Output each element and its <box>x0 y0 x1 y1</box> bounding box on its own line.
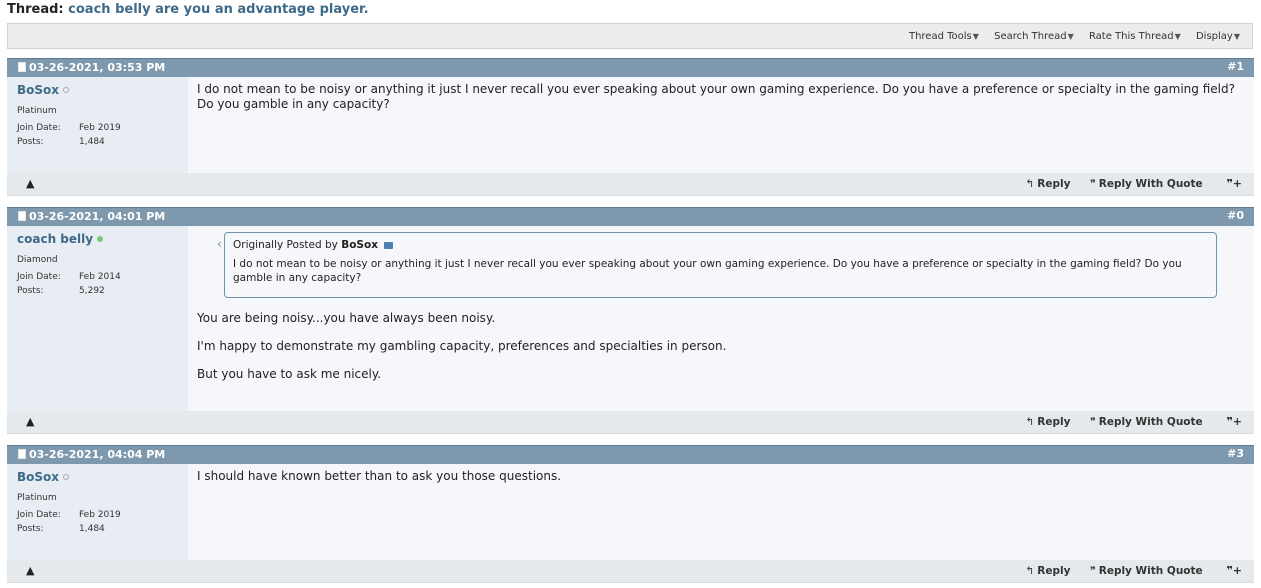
post-footer: ▲ ↰ Reply ❞ Reply With Quote ❞+ <box>7 411 1254 434</box>
quote-header: Originally Posted by BoSox <box>233 238 1208 252</box>
post: 03-26-2021, 04:04 PM #3 BoSox Platinum J… <box>7 445 1254 583</box>
join-date: Join Date: Feb 2014 <box>17 272 121 282</box>
reply-with-quote-button[interactable]: ❞ Reply With Quote <box>1090 178 1203 190</box>
reply-arrow-icon: ↰ <box>1025 178 1035 190</box>
post: 03-26-2021, 03:53 PM #1 BoSox Platinum J… <box>7 58 1254 196</box>
post-page-icon <box>18 211 26 221</box>
username-link[interactable]: coach belly <box>17 232 104 246</box>
user-info: BoSox Platinum Join Date: Feb 2019 Posts:… <box>7 77 188 173</box>
post-footer: ▲ ↰ Reply ❞ Reply With Quote ❞+ <box>7 560 1254 583</box>
reply-arrow-icon: ↰ <box>1025 416 1035 428</box>
display-menu[interactable]: Display▼ <box>1196 31 1240 42</box>
rate-thread-menu[interactable]: Rate This Thread▼ <box>1089 31 1181 42</box>
post-footer: ▲ ↰ Reply ❞ Reply With Quote ❞+ <box>7 173 1254 196</box>
thread-tools-menu[interactable]: Thread Tools▼ <box>909 31 979 42</box>
caret-down-icon: ▼ <box>1174 32 1181 41</box>
quote-author: BoSox <box>341 239 378 251</box>
online-status-icon <box>97 236 104 242</box>
user-info: coach belly Diamond Join Date: Feb 2014 P… <box>7 226 188 411</box>
post-number-link[interactable]: #0 <box>1227 209 1244 222</box>
post-message: I do not mean to be noisy or anything it… <box>197 82 1235 111</box>
thread-prefix: Thread: <box>7 2 64 17</box>
post: 03-26-2021, 04:01 PM #0 coach belly Diam… <box>7 207 1254 434</box>
thread-name-link[interactable]: coach belly are you an advantage player. <box>68 2 368 17</box>
username-link[interactable]: BoSox <box>17 83 70 97</box>
caret-down-icon: ▼ <box>1233 32 1240 41</box>
user-rank: Platinum <box>17 106 57 116</box>
multi-quote-icon[interactable]: ❞+ <box>1226 564 1242 577</box>
quote-bubble-icon: ❞ <box>1090 565 1096 577</box>
post-date: 03-26-2021, 04:01 PM <box>29 210 166 223</box>
caret-down-icon: ▼ <box>1067 32 1074 41</box>
quote-block: ‹ Originally Posted by BoSox I do not me… <box>217 232 1217 298</box>
multi-quote-icon[interactable]: ❞+ <box>1226 415 1242 428</box>
quote-pointer-icon: ‹ <box>217 237 222 251</box>
post-count: Posts: 5,292 <box>17 286 105 296</box>
quote-bubble-icon: ❞ <box>1090 178 1096 190</box>
post-number-link[interactable]: #3 <box>1227 447 1244 460</box>
reply-button[interactable]: ↰ Reply <box>1025 416 1070 428</box>
post-date: 03-26-2021, 04:04 PM <box>29 448 166 461</box>
quote-bubble-icon: ❞ <box>1090 416 1096 428</box>
reply-with-quote-button[interactable]: ❞ Reply With Quote <box>1090 565 1203 577</box>
reply-button[interactable]: ↰ Reply <box>1025 565 1070 577</box>
post-page-icon <box>18 449 26 459</box>
post-body: BoSox Platinum Join Date: Feb 2019 Posts:… <box>7 77 1254 173</box>
report-post-icon[interactable]: ▲ <box>26 564 34 577</box>
post-body: BoSox Platinum Join Date: Feb 2019 Posts:… <box>7 464 1254 560</box>
multi-quote-icon[interactable]: ❞+ <box>1226 177 1242 190</box>
post-message: I should have known better than to ask y… <box>197 469 562 483</box>
post-header: 03-26-2021, 04:01 PM #0 <box>7 207 1254 226</box>
quote-text: I do not mean to be noisy or anything it… <box>233 258 1182 284</box>
post-message: You are being noisy...you have always be… <box>197 311 727 381</box>
post-date: 03-26-2021, 03:53 PM <box>29 61 166 74</box>
reply-with-quote-button[interactable]: ❞ Reply With Quote <box>1090 416 1203 428</box>
post-header: 03-26-2021, 04:04 PM #3 <box>7 445 1254 464</box>
thread-toolbar: Thread Tools▼ Search Thread▼ Rate This T… <box>7 23 1253 49</box>
username-link[interactable]: BoSox <box>17 470 70 484</box>
report-post-icon[interactable]: ▲ <box>26 415 34 428</box>
offline-status-icon <box>63 87 70 93</box>
post-page-icon <box>18 62 26 72</box>
join-date: Join Date: Feb 2019 <box>17 123 121 133</box>
post-header: 03-26-2021, 03:53 PM #1 <box>7 58 1254 77</box>
post-count: Posts: 1,484 <box>17 524 105 534</box>
view-post-icon[interactable] <box>384 242 394 249</box>
user-rank: Platinum <box>17 493 57 503</box>
thread-title: Thread: coach belly are you an advantage… <box>7 2 369 17</box>
offline-status-icon <box>63 474 70 480</box>
join-date: Join Date: Feb 2019 <box>17 510 121 520</box>
reply-arrow-icon: ↰ <box>1025 565 1035 577</box>
reply-button[interactable]: ↰ Reply <box>1025 178 1070 190</box>
caret-down-icon: ▼ <box>972 32 979 41</box>
post-number-link[interactable]: #1 <box>1227 60 1244 73</box>
search-thread-menu[interactable]: Search Thread▼ <box>994 31 1074 42</box>
post-count: Posts: 1,484 <box>17 137 105 147</box>
user-info: BoSox Platinum Join Date: Feb 2019 Posts:… <box>7 464 188 560</box>
user-rank: Diamond <box>17 255 58 265</box>
post-body: coach belly Diamond Join Date: Feb 2014 P… <box>7 226 1254 411</box>
report-post-icon[interactable]: ▲ <box>26 177 34 190</box>
